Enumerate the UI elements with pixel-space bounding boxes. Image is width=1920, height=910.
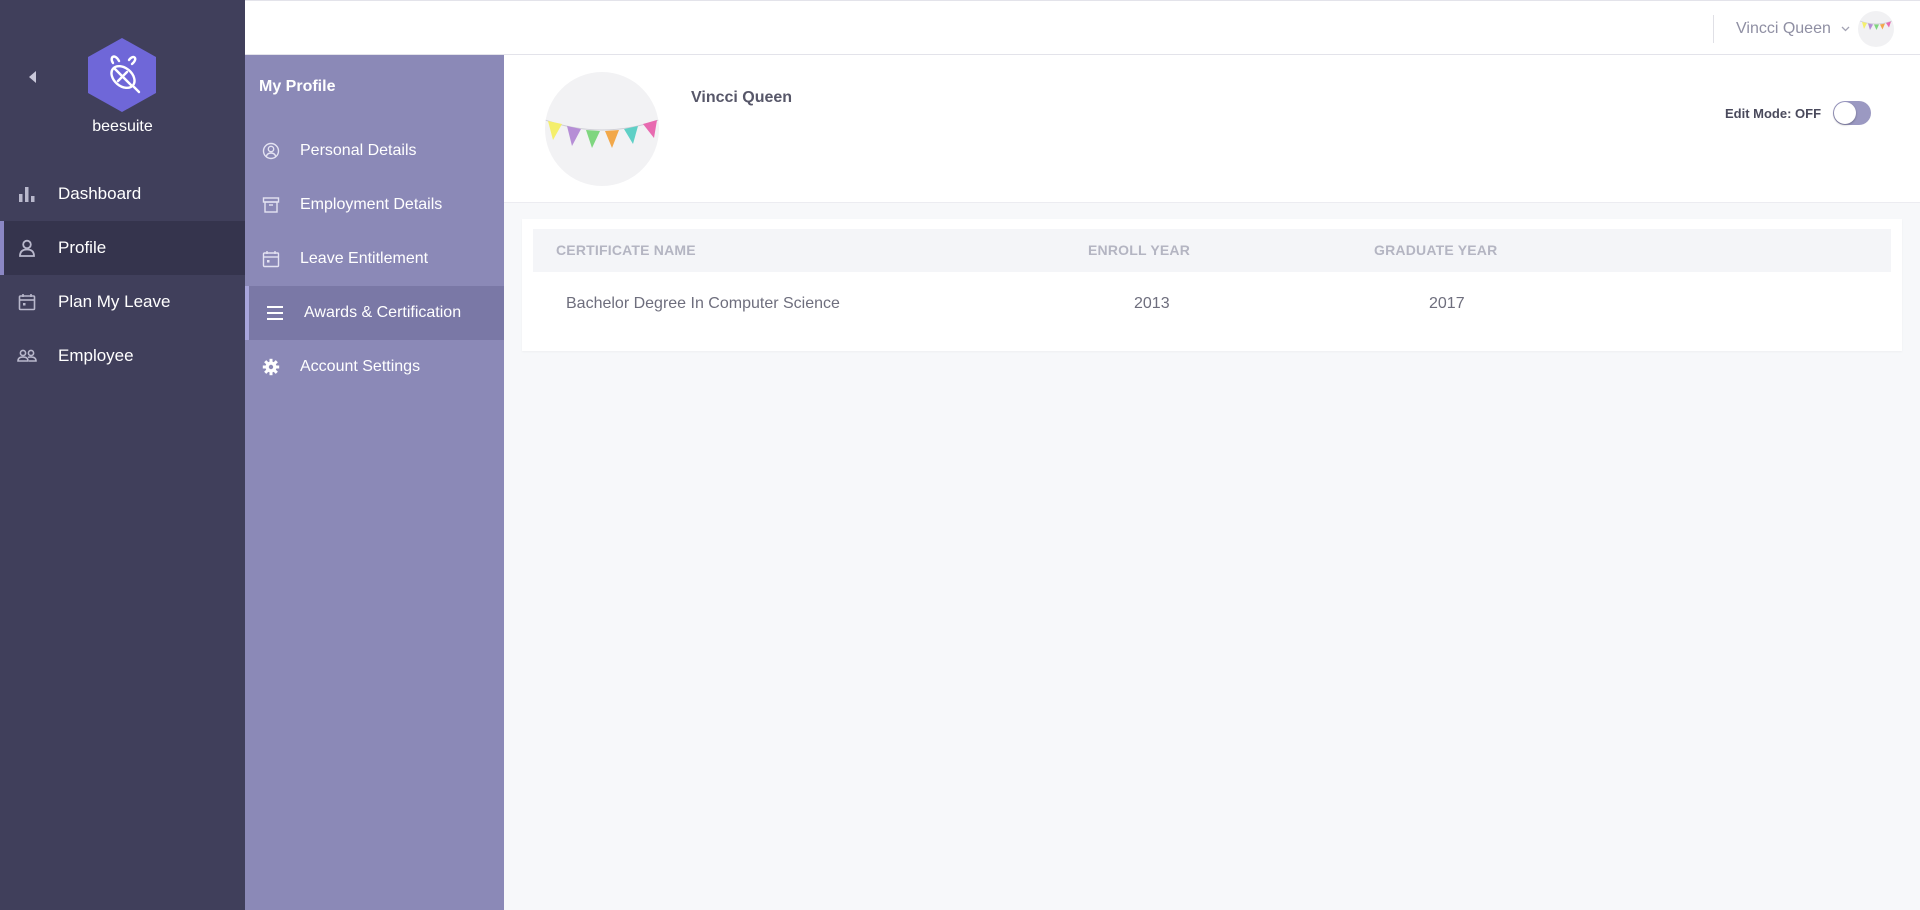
subsidebar-title: My Profile xyxy=(259,78,336,95)
archive-icon xyxy=(261,195,281,215)
main-sidebar: beesuite Dashboard Profile Plan My Leave… xyxy=(0,0,245,910)
person-icon xyxy=(16,237,38,259)
sidebar-item-label: Profile xyxy=(58,238,107,257)
profile-subsidebar: My Profile Personal Details Employment D… xyxy=(245,55,504,910)
header-divider xyxy=(1713,15,1714,43)
subnav-item-label: Employment Details xyxy=(300,196,443,213)
sidebar-item-label: Employee xyxy=(58,346,134,365)
subnav-item-account-settings[interactable]: Account Settings xyxy=(245,340,504,394)
column-header-enroll-year: ENROLL YEAR xyxy=(1088,242,1191,258)
profile-avatar xyxy=(545,72,659,186)
profile-name: Vincci Queen xyxy=(691,89,793,106)
enroll-year-cell: 2013 xyxy=(1134,295,1170,312)
chevron-down-icon xyxy=(1841,26,1850,32)
column-header-certificate-name: CERTIFICATE NAME xyxy=(556,242,696,258)
profile-nav: Personal Details Employment Details Leav… xyxy=(245,124,504,394)
table-row[interactable]: Bachelor Degree In Computer Science 2013… xyxy=(533,272,1891,336)
subnav-item-leave-entitlement[interactable]: Leave Entitlement xyxy=(245,232,504,286)
subnav-item-personal-details[interactable]: Personal Details xyxy=(245,124,504,178)
top-header: Vincci Queen xyxy=(245,0,1920,55)
subnav-item-label: Leave Entitlement xyxy=(300,250,429,267)
toggle-knob xyxy=(1834,102,1857,124)
sidebar-item-employee[interactable]: Employee xyxy=(0,329,245,383)
edit-mode-toggle[interactable] xyxy=(1833,101,1872,125)
calendar-icon xyxy=(16,291,38,313)
sidebar-item-profile[interactable]: Profile xyxy=(0,221,245,275)
column-header-graduate-year: GRADUATE YEAR xyxy=(1374,242,1498,258)
sidebar-item-plan-my-leave[interactable]: Plan My Leave xyxy=(0,275,245,329)
bar-chart-icon xyxy=(16,183,38,205)
beesuite-logo xyxy=(85,36,159,114)
sidebar-item-label: Plan My Leave xyxy=(58,292,171,311)
table-header: CERTIFICATE NAME ENROLL YEAR GRADUATE YE… xyxy=(533,229,1891,272)
list-icon xyxy=(265,303,285,323)
gear-icon xyxy=(261,357,281,377)
sidebar-item-dashboard[interactable]: Dashboard xyxy=(0,167,245,221)
subnav-item-employment-details[interactable]: Employment Details xyxy=(245,178,504,232)
user-circle-icon xyxy=(261,141,281,161)
avatar[interactable] xyxy=(1857,11,1894,47)
graduate-year-cell: 2017 xyxy=(1429,295,1465,312)
user-menu[interactable]: Vincci Queen xyxy=(1736,11,1894,47)
edit-mode-control: Edit Mode: OFF xyxy=(1725,101,1872,125)
edit-mode-label: Edit Mode: OFF xyxy=(1725,105,1822,121)
brand-name: beesuite xyxy=(92,118,153,135)
certificate-name-cell: Bachelor Degree In Computer Science xyxy=(566,295,840,312)
subnav-item-label: Account Settings xyxy=(300,358,421,375)
caret-left-icon xyxy=(29,71,36,83)
profile-header: Vincci Queen Edit Mode: OFF xyxy=(504,55,1920,203)
header-user-name: Vincci Queen xyxy=(1736,20,1831,37)
subnav-item-label: Personal Details xyxy=(300,142,417,159)
calendar-icon xyxy=(261,249,281,269)
certificates-table: CERTIFICATE NAME ENROLL YEAR GRADUATE YE… xyxy=(522,219,1902,351)
sidebar-item-label: Dashboard xyxy=(58,184,142,203)
subnav-item-label: Awards & Certification xyxy=(304,304,462,321)
people-icon xyxy=(16,345,38,367)
collapse-sidebar-button[interactable] xyxy=(26,70,40,84)
main-nav: Dashboard Profile Plan My Leave Employee xyxy=(0,167,245,383)
subnav-item-awards-certification[interactable]: Awards & Certification xyxy=(245,286,504,340)
